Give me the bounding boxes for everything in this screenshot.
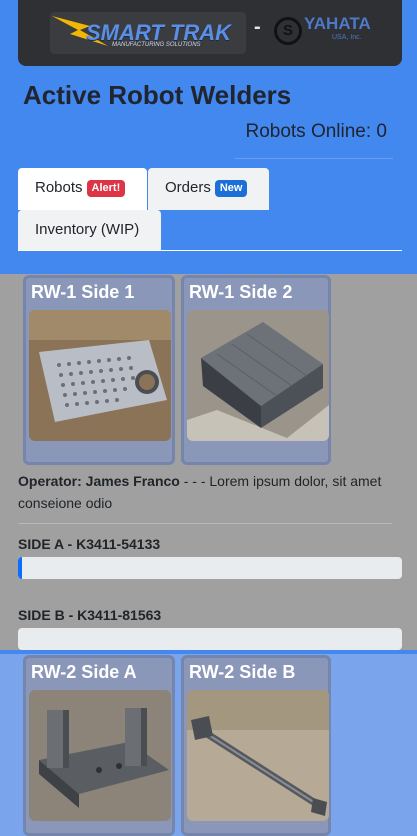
logo-separator: - <box>254 16 261 38</box>
robot-card-rw2-sidea[interactable]: RW-2 Side A <box>23 655 175 836</box>
yahata-logo-text: YAHATA <box>304 14 371 33</box>
divider <box>18 523 392 524</box>
operator-name: Operator: James Franco <box>18 473 180 489</box>
progress-fill <box>18 557 22 579</box>
card-title: RW-1 Side 1 <box>31 282 135 302</box>
side-a-label: SIDE A - K3411-54133 <box>18 536 161 552</box>
page-title: Active Robot Welders <box>23 80 292 110</box>
logo-bar: SMART TRAK MANUFACTURING SOLUTIONS - S Y… <box>18 0 402 66</box>
card-title: RW-1 Side 2 <box>189 282 293 302</box>
robots-online-count: Robots Online: 0 <box>245 121 387 142</box>
rod-arm-photo <box>187 690 329 821</box>
alert-badge: Alert! <box>86 180 126 197</box>
tab-inventory[interactable]: Inventory (WIP) <box>18 210 161 250</box>
operator-line: Operator: James Franco - - - Lorem ipsum… <box>18 470 402 514</box>
card-title: RW-2 Side A <box>31 662 137 682</box>
robot-card-rw1-side2[interactable]: RW-1 Side 2 <box>181 275 331 465</box>
tab-robots[interactable]: Robots Alert! <box>18 168 147 210</box>
tabs-underline <box>18 250 402 251</box>
side-b-label: SIDE B - K3411-81563 <box>18 607 162 623</box>
tab-robots-label: Robots <box>35 179 83 196</box>
smarttrak-logo[interactable]: SMART TRAK MANUFACTURING SOLUTIONS <box>50 12 246 54</box>
tab-inventory-label: Inventory (WIP) <box>35 221 140 238</box>
header-section: SMART TRAK MANUFACTURING SOLUTIONS - S Y… <box>0 0 417 274</box>
card-title: RW-2 Side B <box>189 662 296 682</box>
metal-box-photo <box>187 310 329 441</box>
tab-orders[interactable]: Orders New <box>148 168 269 210</box>
bracket-photo <box>29 690 171 821</box>
divider <box>235 158 393 159</box>
side-a-progress-bar <box>18 557 402 579</box>
new-badge: New <box>214 180 248 197</box>
tab-orders-label: Orders <box>165 179 211 196</box>
logo-sub-text: MANUFACTURING SOLUTIONS <box>112 42 201 48</box>
perforated-plate-photo <box>29 310 171 441</box>
side-b-progress-bar <box>18 628 402 650</box>
yahata-mark-icon: S <box>274 17 302 45</box>
robot-card-rw2-sideb[interactable]: RW-2 Side B <box>181 655 331 836</box>
robot-card-rw1-side1[interactable]: RW-1 Side 1 <box>23 275 175 465</box>
yahata-sub-text: USA, Inc. <box>332 34 362 41</box>
